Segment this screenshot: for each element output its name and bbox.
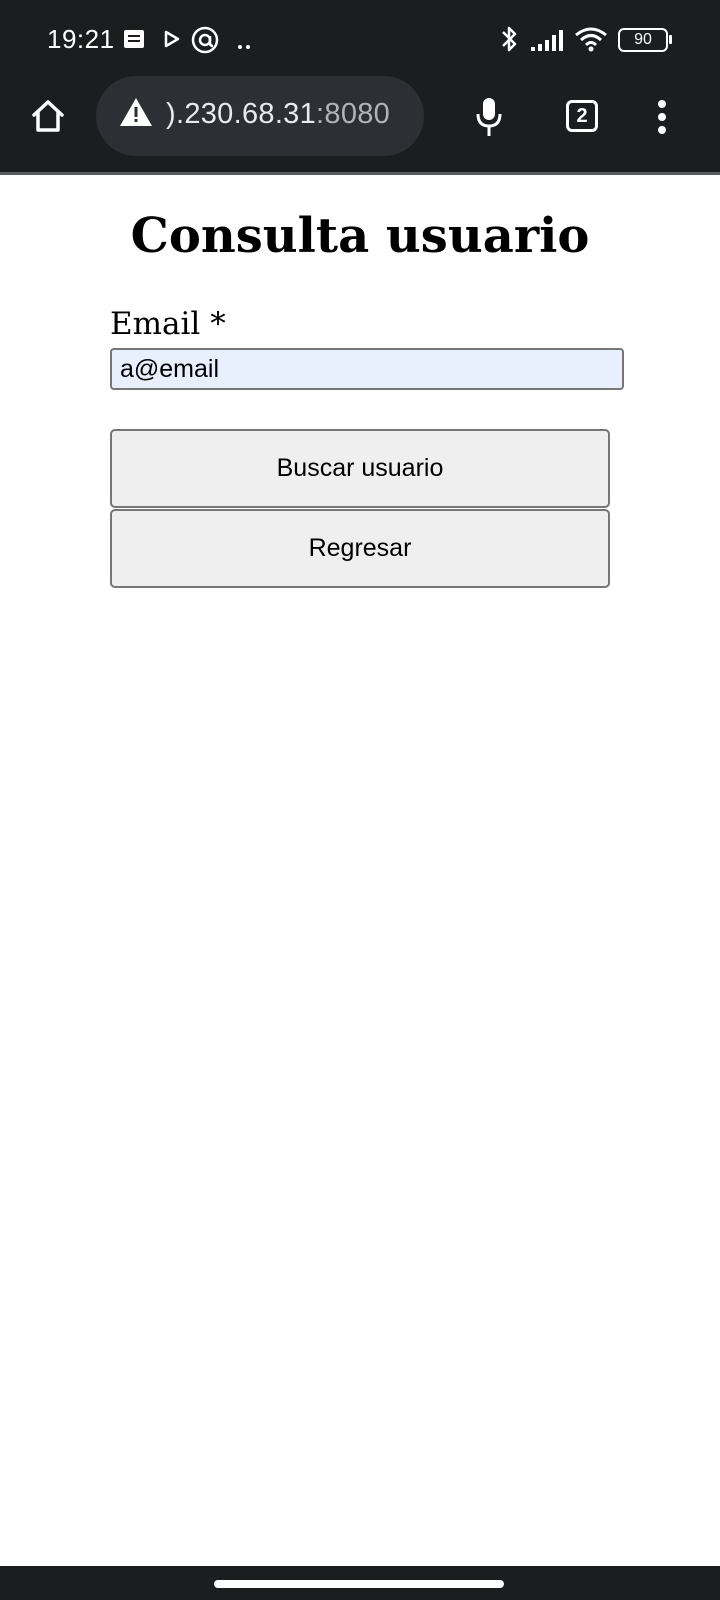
at-sign-icon (191, 26, 219, 59)
warning-icon[interactable] (118, 96, 154, 133)
email-label: Email * (110, 306, 226, 342)
notes-icon (123, 28, 145, 55)
status-time: 19:21 (47, 24, 115, 54)
battery-level: 90 (634, 31, 652, 48)
mic-icon[interactable] (474, 96, 504, 143)
url-text[interactable]: ).230.68.31:8080 (166, 98, 390, 131)
signal-icon (530, 28, 566, 57)
battery-icon: 90 (618, 28, 668, 52)
back-button[interactable]: Regresar (110, 509, 610, 588)
url-port: :8080 (316, 98, 391, 130)
email-field[interactable] (110, 348, 624, 390)
home-icon[interactable] (30, 98, 66, 139)
status-bar: 19:21 90 (0, 0, 720, 82)
toolbar-divider (0, 172, 720, 175)
tab-count: 2 (576, 104, 588, 127)
more-notifications-icon (237, 37, 251, 55)
play-icon (164, 30, 180, 53)
more-vert-icon[interactable] (656, 99, 668, 140)
page-title: Consulta usuario (130, 208, 590, 264)
url-host: ).230.68.31 (166, 98, 317, 130)
address-bar[interactable]: ).230.68.31:8080 (96, 76, 424, 156)
bluetooth-icon (501, 24, 519, 59)
battery-tip (669, 35, 672, 44)
home-gesture-handle[interactable] (214, 1580, 504, 1588)
search-user-button[interactable]: Buscar usuario (110, 429, 610, 508)
wifi-icon (574, 25, 608, 58)
tabs-icon[interactable]: 2 (566, 100, 598, 132)
